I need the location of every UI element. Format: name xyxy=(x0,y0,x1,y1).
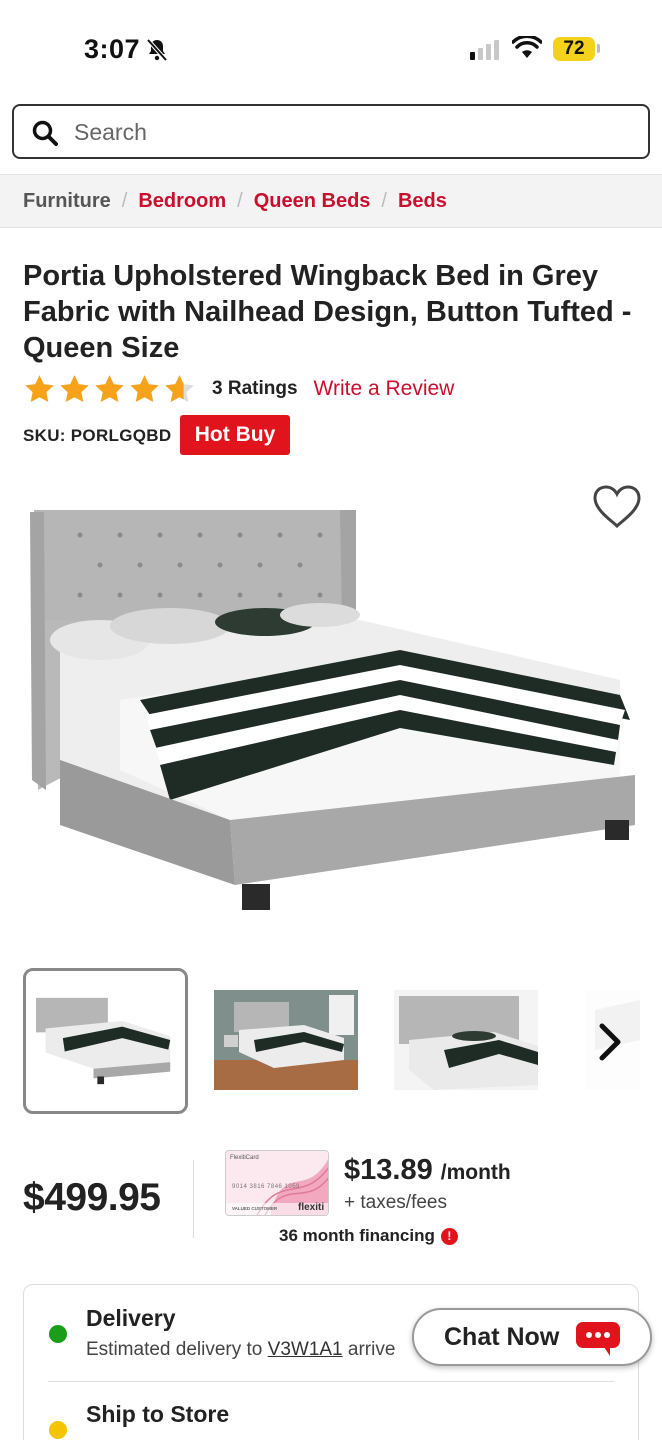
flexiti-card-logo: FlexitiCard 9014 3816 7846 1059 VALUED C… xyxy=(225,1150,329,1216)
product-title: Portia Upholstered Wingback Bed in Grey … xyxy=(23,260,632,364)
info-icon[interactable]: ! xyxy=(440,1227,458,1245)
breadcrumb: Furniture / Bedroom / Queen Beds / Beds xyxy=(0,174,662,228)
financing-term-label: 36 month financing xyxy=(279,1226,435,1245)
write-review-link[interactable]: Write a Review xyxy=(314,377,455,401)
thumbnail-1-selected[interactable] xyxy=(23,968,188,1114)
search-icon xyxy=(32,120,58,146)
breadcrumb-queen-beds[interactable]: Queen Beds xyxy=(254,190,371,213)
breadcrumb-beds[interactable]: Beds xyxy=(398,190,447,213)
star-full-icon xyxy=(60,374,89,402)
chat-now-label: Chat Now xyxy=(444,1322,560,1351)
chat-now-button[interactable]: Chat Now xyxy=(412,1308,652,1366)
status-bar: 3:07 72 xyxy=(0,0,662,96)
card-holder: VALUED CUSTOMER xyxy=(232,1206,278,1211)
star-full-icon xyxy=(25,374,54,402)
hot-buy-badge: Hot Buy xyxy=(180,415,290,455)
breadcrumb-separator: / xyxy=(237,189,243,212)
search-bar[interactable] xyxy=(12,104,650,159)
chevron-right-icon[interactable] xyxy=(594,1022,624,1062)
thumbnail-image xyxy=(35,997,171,1085)
monthly-payment: $13.89 /month xyxy=(344,1154,511,1187)
star-full-icon xyxy=(130,374,159,402)
breadcrumb-furniture[interactable]: Furniture xyxy=(23,190,111,213)
chat-bubble-icon xyxy=(576,1322,620,1356)
star-rating[interactable] xyxy=(23,373,196,406)
delivery-subtitle: Estimated delivery to V3W1A1 arrive xyxy=(86,1339,395,1361)
monthly-unit: /month xyxy=(440,1161,511,1184)
product-main-image[interactable] xyxy=(20,500,640,920)
status-time: 3:07 xyxy=(84,34,141,64)
thumbnail-2[interactable] xyxy=(214,990,358,1090)
postal-code-link[interactable]: V3W1A1 xyxy=(268,1339,343,1360)
delivery-subtitle-suffix: arrive xyxy=(342,1339,396,1360)
breadcrumb-separator: / xyxy=(121,189,128,212)
breadcrumb-separator: / xyxy=(381,189,387,212)
product-price: $499.95 xyxy=(23,1176,161,1219)
thumbnail-image xyxy=(394,990,538,1090)
thumbnail-3[interactable] xyxy=(394,990,538,1090)
card-label: FlexitiCard xyxy=(230,1155,259,1161)
fulfillment-divider xyxy=(48,1381,614,1382)
card-number: 9014 3816 7846 1059 xyxy=(232,1184,300,1190)
delivery-subtitle-prefix: Estimated delivery to xyxy=(86,1339,268,1360)
monthly-amount: $13.89 xyxy=(344,1154,433,1186)
battery-tip xyxy=(597,44,600,53)
search-input[interactable] xyxy=(74,116,634,148)
sku-label: SKU: PORLGQBD xyxy=(23,426,172,445)
delivery-title: Delivery xyxy=(86,1305,176,1331)
taxes-fees: + taxes/fees xyxy=(344,1192,447,1213)
cellular-signal-icon xyxy=(470,40,499,60)
wifi-icon xyxy=(512,36,542,58)
delivery-status-dot xyxy=(49,1325,67,1343)
wishlist-heart-icon[interactable] xyxy=(592,484,642,530)
breadcrumb-bedroom[interactable]: Bedroom xyxy=(138,190,226,213)
star-half-icon xyxy=(165,374,194,402)
battery-indicator: 72 xyxy=(553,37,595,61)
financing-term[interactable]: 36 month financing ! xyxy=(279,1226,458,1246)
thumbnail-image xyxy=(214,990,358,1090)
rating-row: 3 Ratings Write a Review xyxy=(23,372,454,406)
star-full-icon xyxy=(95,374,124,402)
ratings-count[interactable]: 3 Ratings xyxy=(212,378,298,400)
price-divider xyxy=(193,1160,194,1238)
ship-to-store-status-dot xyxy=(49,1421,67,1439)
ship-to-store-title: Ship to Store xyxy=(86,1401,230,1427)
flexiti-brand: flexiti xyxy=(298,1202,325,1213)
bell-muted-icon xyxy=(146,38,168,62)
